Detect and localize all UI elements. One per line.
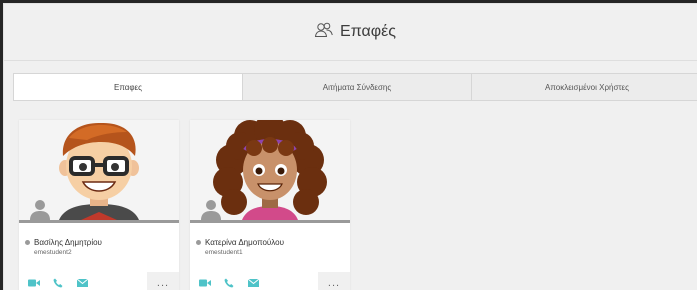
user-silhouette-icon xyxy=(200,198,222,220)
more-options-button[interactable]: ... xyxy=(318,272,350,290)
page-header: Επαφές xyxy=(4,4,697,61)
contact-name[interactable]: Κατερίνα Δημοπούλου xyxy=(205,238,284,247)
photo-divider xyxy=(190,220,350,223)
contact-info: Βασίλης Δημητρίου emestudent2 xyxy=(25,238,175,256)
page-title: Επαφές xyxy=(340,23,396,40)
mail-icon[interactable] xyxy=(73,276,91,290)
tab-bar: Επαφες Αιτήματα Σύνδεσης Αποκλεισμένοι Χ… xyxy=(13,73,697,101)
tab-blocked-users[interactable]: Αποκλεισμένοι Χρήστες xyxy=(472,74,697,100)
video-icon[interactable] xyxy=(25,276,43,290)
contact-name[interactable]: Βασίλης Δημητρίου xyxy=(34,238,102,247)
phone-icon[interactable] xyxy=(220,276,238,290)
contact-card[interactable]: Κατερίνα Δημοπούλου emestudent1 ... xyxy=(190,120,350,290)
tab-contacts[interactable]: Επαφες xyxy=(14,74,243,100)
contact-actions: ... xyxy=(19,272,179,290)
contact-username: emestudent1 xyxy=(205,249,243,256)
contacts-panel: Επαφές Επαφες Αιτήματα Σύνδεσης Αποκλεισ… xyxy=(3,3,697,290)
name-row: Κατερίνα Δημοπούλου xyxy=(196,238,346,247)
video-icon[interactable] xyxy=(196,276,214,290)
more-options-button[interactable]: ... xyxy=(147,272,179,290)
contact-actions: ... xyxy=(190,272,350,290)
phone-icon[interactable] xyxy=(49,276,67,290)
contact-username: emestudent2 xyxy=(34,249,72,256)
user-silhouette-icon xyxy=(29,198,51,220)
contacts-icon xyxy=(314,22,334,43)
status-dot xyxy=(25,240,30,245)
name-row: Βασίλης Δημητρίου xyxy=(25,238,175,247)
photo-divider xyxy=(19,220,179,223)
mail-icon[interactable] xyxy=(244,276,262,290)
tab-connection-requests[interactable]: Αιτήματα Σύνδεσης xyxy=(243,74,472,100)
contact-info: Κατερίνα Δημοπούλου emestudent1 xyxy=(196,238,346,256)
status-dot xyxy=(196,240,201,245)
contact-card[interactable]: Βασίλης Δημητρίου emestudent2 ... xyxy=(19,120,179,290)
title-wrap: Επαφές xyxy=(314,22,396,43)
